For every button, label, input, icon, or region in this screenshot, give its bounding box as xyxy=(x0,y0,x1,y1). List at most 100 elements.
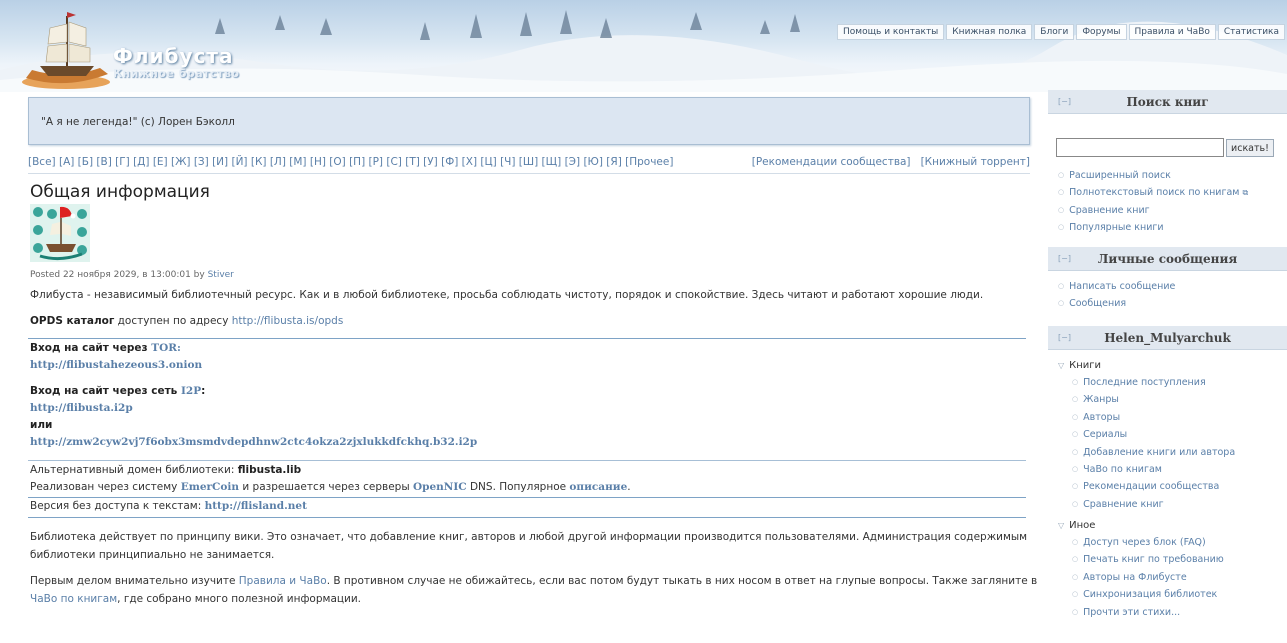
alt-domain-line: Альтернативный домен библиотеки: flibust… xyxy=(30,464,301,476)
i2p-link[interactable]: I2P xyxy=(181,385,201,397)
other-links: Доступ через блок (FAQ) Печать книг по т… xyxy=(1072,537,1224,624)
authors-link[interactable]: Авторы xyxy=(1072,412,1235,429)
search-block-header: [−] Поиск книг xyxy=(1048,90,1287,114)
nav-rules[interactable]: Правила и ЧаВо xyxy=(1128,24,1216,40)
external-link-icon: ⧉ xyxy=(1242,188,1249,198)
divider xyxy=(28,460,1026,461)
i2p-line: Вход на сайт через сеть I2P: xyxy=(30,385,205,397)
top-navigation: Помощь и контакты Книжная полка Блоги Фо… xyxy=(837,24,1285,40)
add-book-link[interactable]: Добавление книги или автора xyxy=(1072,447,1235,464)
divider xyxy=(28,517,1026,518)
ship-logo-icon[interactable] xyxy=(20,8,112,90)
print-on-demand-link[interactable]: Печать книг по требованию xyxy=(1072,554,1224,571)
site-title[interactable]: Флибуста xyxy=(113,44,233,68)
post-author-link[interactable]: Stiver xyxy=(208,270,234,280)
recommendations-link[interactable]: [Рекомендации сообщества] xyxy=(752,156,911,168)
messages-block-header: [−] Личные сообщения xyxy=(1048,247,1287,271)
opds-line: OPDS каталог доступен по адресу http://f… xyxy=(30,315,343,327)
faq-books-link[interactable]: ЧаВо по книгам xyxy=(30,593,117,605)
fulltext-search-label: Полнотекстовый поиск по книгам xyxy=(1069,187,1240,199)
opds-text: доступен по адресу xyxy=(114,315,232,327)
flisland-link[interactable]: http://flisland.net xyxy=(205,500,307,512)
faq-post: , где собрано много полезной информации. xyxy=(117,593,362,605)
tor-line: Вход на сайт через TOR: xyxy=(30,342,181,354)
rules-post: . В противном случае не обижайтесь, если… xyxy=(326,575,1038,587)
opds-url-link[interactable]: http://flibusta.is/opds xyxy=(232,315,344,327)
nav-blogs[interactable]: Блоги xyxy=(1034,24,1075,40)
search-links: Расширенный поиск Полнотекстовый поиск п… xyxy=(1058,170,1248,240)
compare-books-link[interactable]: Сравнение книг xyxy=(1072,499,1235,516)
genres-link[interactable]: Жанры xyxy=(1072,394,1235,411)
site-header: Флибуста Книжное братство Помощь и конта… xyxy=(0,0,1287,92)
book-torrent-link[interactable]: [Книжный торрент] xyxy=(921,156,1030,168)
opennic-link[interactable]: OpenNIC xyxy=(413,481,467,493)
compare-books-link[interactable]: Сравнение книг xyxy=(1058,205,1248,222)
alphabet-bar: [Все] [А] [Б] [В] [Г] [Д] [Е] [Ж] [З] [И… xyxy=(28,156,1030,168)
write-message-link[interactable]: Написать сообщение xyxy=(1058,281,1175,298)
i2p-label: Вход на сайт через сеть xyxy=(30,385,181,397)
dot: . xyxy=(627,481,631,493)
authors-on-flibusta-link[interactable]: Авторы на Флибусте xyxy=(1072,572,1224,589)
latest-arrivals-link[interactable]: Последние поступления xyxy=(1072,377,1235,394)
author-avatar xyxy=(30,204,90,262)
messages-links: Написать сообщение Сообщения xyxy=(1058,281,1175,316)
nav-bookshelf[interactable]: Книжная полка xyxy=(946,24,1033,40)
alt-domain-label: Альтернативный домен библиотеки: xyxy=(30,464,238,476)
fulltext-search-link[interactable]: Полнотекстовый поиск по книгам ⧉ xyxy=(1058,187,1248,204)
messages-link[interactable]: Сообщения xyxy=(1058,298,1175,315)
search-button[interactable]: искать! xyxy=(1226,139,1274,157)
search-block-title: Поиск книг xyxy=(1126,95,1209,109)
nav-help[interactable]: Помощь и контакты xyxy=(837,24,945,40)
emercoin-line: Реализован через систему EmerCoin и разр… xyxy=(30,481,631,493)
no-text-label: Версия без доступа к текстам: xyxy=(30,500,205,512)
community-recommendations-link[interactable]: Рекомендации сообщества xyxy=(1072,481,1235,498)
intro-paragraph: Флибуста - независимый библиотечный ресу… xyxy=(30,289,984,301)
nav-statistics[interactable]: Статистика xyxy=(1217,24,1285,40)
read-these-poems-link[interactable]: Прочти эти стихи... xyxy=(1072,607,1224,624)
user-block-header: [−] Helen_Mulyarchuk xyxy=(1048,326,1287,350)
no-text-version-line: Версия без доступа к текстам: http://fli… xyxy=(30,500,307,512)
books-faq-link[interactable]: ЧаВо по книгам xyxy=(1072,464,1235,481)
alt-domain: flibusta.lib xyxy=(237,464,302,476)
tor-label: Вход на сайт через xyxy=(30,342,152,354)
or-text: или xyxy=(30,419,53,431)
emercoin-link[interactable]: EmerCoin xyxy=(181,481,239,493)
post-date: Posted 22 ноября 2029, в 13:00:01 by xyxy=(30,270,208,280)
divider xyxy=(28,497,1026,498)
books-category[interactable]: Книги xyxy=(1058,360,1101,371)
other-category[interactable]: Иное xyxy=(1058,520,1095,531)
emercoin-pre: Реализован через систему xyxy=(30,481,181,493)
rules-pre: Первым делом внимательно изучите xyxy=(30,575,239,587)
advanced-search-link[interactable]: Расширенный поиск xyxy=(1058,170,1248,187)
divider xyxy=(28,338,1026,339)
article: Общая информация Posted 22 ноября 2029, … xyxy=(28,173,1037,643)
i2p-long-url-link[interactable]: http://zmw2cyw2vj7f6obx3msmdvdepdhnw2ctc… xyxy=(30,436,477,448)
block-access-faq-link[interactable]: Доступ через блок (FAQ) xyxy=(1072,537,1224,554)
opds-label: OPDS каталог xyxy=(30,315,115,327)
rules-paragraph-line1: Первым делом внимательно изучите Правила… xyxy=(30,575,1037,587)
i2p-url-link[interactable]: http://flibusta.i2p xyxy=(30,402,133,414)
library-sync-link[interactable]: Синхронизация библиотек xyxy=(1072,589,1224,606)
tor-url-link[interactable]: http://flibustahezeous3.onion xyxy=(30,359,202,371)
rules-paragraph-line2: ЧаВо по книгам, где собрано много полезн… xyxy=(30,593,361,605)
username[interactable]: Helen_Mulyarchuk xyxy=(1048,331,1287,345)
search-input[interactable] xyxy=(1056,138,1224,157)
wiki-paragraph-line2: библиотеки принципиально не занимается. xyxy=(30,549,275,561)
alphabet-letters[interactable]: [Все] [А] [Б] [В] [Г] [Д] [Е] [Ж] [З] [И… xyxy=(28,156,673,168)
nav-forums[interactable]: Форумы xyxy=(1076,24,1127,40)
emercoin-mid: и разрешается через серверы xyxy=(239,481,413,493)
site-subtitle: Книжное братство xyxy=(113,67,240,80)
post-meta: Posted 22 ноября 2029, в 13:00:01 by Sti… xyxy=(30,270,234,280)
emercoin-post: DNS. Популярное xyxy=(466,481,570,493)
tor-link[interactable]: TOR: xyxy=(151,342,181,354)
quote-text: "А я не легенда!" (c) Лорен Бэколл xyxy=(41,116,235,128)
article-title: Общая информация xyxy=(30,182,210,202)
description-link[interactable]: описание xyxy=(569,481,627,493)
rules-link[interactable]: Правила и ЧаВо xyxy=(239,575,327,587)
i2p-url-line: http://flibusta.i2p xyxy=(30,402,133,414)
tor-url-line: http://flibustahezeous3.onion xyxy=(30,359,202,371)
series-link[interactable]: Сериалы xyxy=(1072,429,1235,446)
popular-books-link[interactable]: Популярные книги xyxy=(1058,222,1248,239)
i2p-colon: : xyxy=(201,385,206,397)
wiki-paragraph-line1: Библиотека действует по принципу вики. Э… xyxy=(30,531,1028,543)
